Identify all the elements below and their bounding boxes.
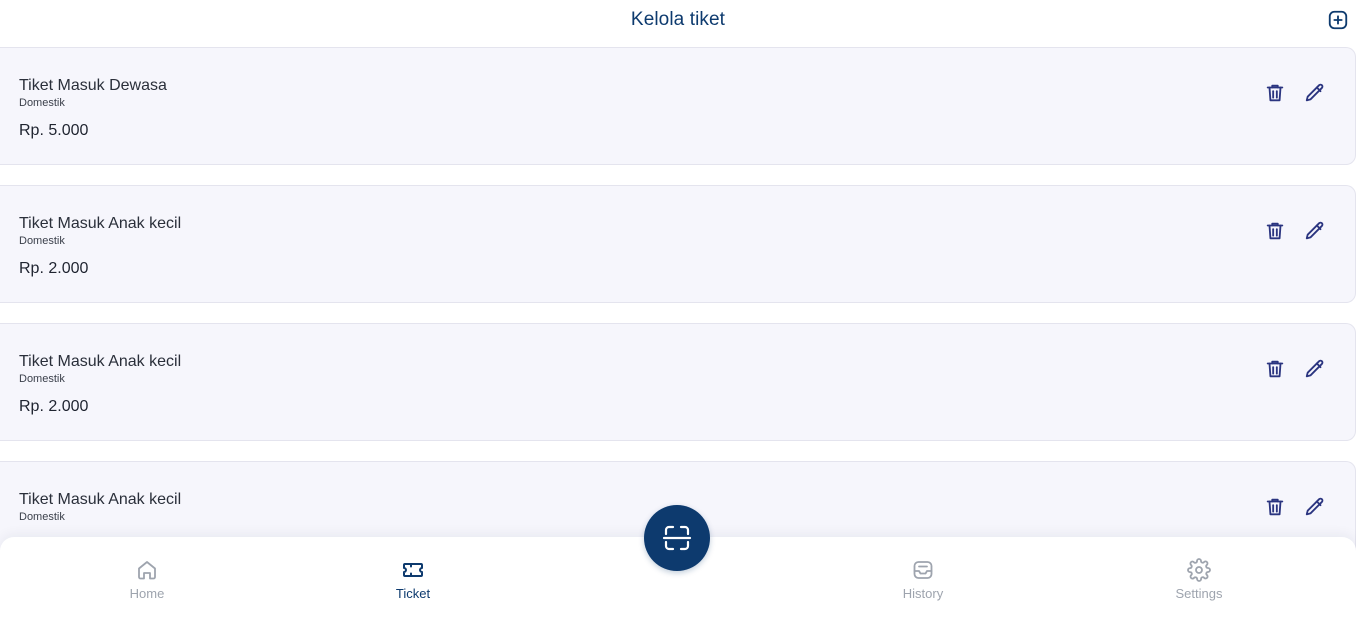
ticket-card: Tiket Masuk Anak kecil Domestik Rp. 2.00…: [0, 323, 1356, 441]
ticket-price: Rp. 2.000: [19, 398, 89, 415]
app-root: Kelola tiket Tiket Masuk Dewasa Domestik…: [0, 0, 1356, 621]
edit-ticket-button[interactable]: [1302, 80, 1328, 106]
nav-item-settings[interactable]: Settings: [1139, 557, 1259, 601]
edit-ticket-button[interactable]: [1302, 218, 1328, 244]
delete-ticket-button[interactable]: [1262, 494, 1288, 520]
scan-button[interactable]: [644, 505, 710, 571]
nav-label: Ticket: [395, 586, 431, 601]
nav-label: Settings: [1175, 586, 1223, 601]
scan-icon: [662, 525, 692, 551]
gear-icon: [1187, 558, 1211, 582]
nav-label: History: [902, 586, 944, 601]
trash-icon: [1266, 498, 1284, 516]
ticket-name: Tiket Masuk Anak kecil: [19, 215, 182, 232]
ticket-card: Tiket Masuk Anak kecil Domestik Rp. 2.00…: [0, 185, 1356, 303]
pencil-icon: [1305, 83, 1324, 102]
ticket-category: Domestik: [19, 97, 65, 109]
nav-item-history[interactable]: History: [863, 557, 983, 601]
ticket-category: Domestik: [19, 373, 65, 385]
ticket-price: Rp. 2.000: [19, 260, 89, 277]
delete-ticket-button[interactable]: [1262, 80, 1288, 106]
delete-ticket-button[interactable]: [1262, 356, 1288, 382]
edit-ticket-button[interactable]: [1302, 494, 1328, 520]
pencil-icon: [1305, 221, 1324, 240]
edit-ticket-button[interactable]: [1302, 356, 1328, 382]
ticket-price: Rp. 5.000: [19, 122, 89, 139]
pencil-icon: [1305, 359, 1324, 378]
trash-icon: [1266, 360, 1284, 378]
nav-item-ticket[interactable]: Ticket: [353, 557, 473, 601]
trash-icon: [1266, 222, 1284, 240]
ticket-name: Tiket Masuk Anak kecil: [19, 353, 182, 370]
header: Kelola tiket: [0, 0, 1356, 40]
nav-label: Home: [129, 586, 165, 601]
delete-ticket-button[interactable]: [1262, 218, 1288, 244]
add-ticket-button[interactable]: [1326, 8, 1350, 32]
ticket-card: Tiket Masuk Dewasa Domestik Rp. 5.000: [0, 47, 1356, 165]
ticket-name: Tiket Masuk Dewasa: [19, 77, 167, 94]
ticket-name: Tiket Masuk Anak kecil: [19, 491, 182, 508]
plus-square-icon: [1328, 10, 1348, 30]
ticket-icon: [403, 563, 423, 577]
home-icon: [138, 561, 156, 580]
page-title: Kelola tiket: [630, 9, 726, 30]
pencil-icon: [1305, 497, 1324, 516]
inbox-icon: [913, 561, 933, 579]
nav-item-home[interactable]: Home: [87, 557, 207, 601]
ticket-category: Domestik: [19, 235, 65, 247]
ticket-category: Domestik: [19, 511, 65, 523]
trash-icon: [1266, 84, 1284, 102]
